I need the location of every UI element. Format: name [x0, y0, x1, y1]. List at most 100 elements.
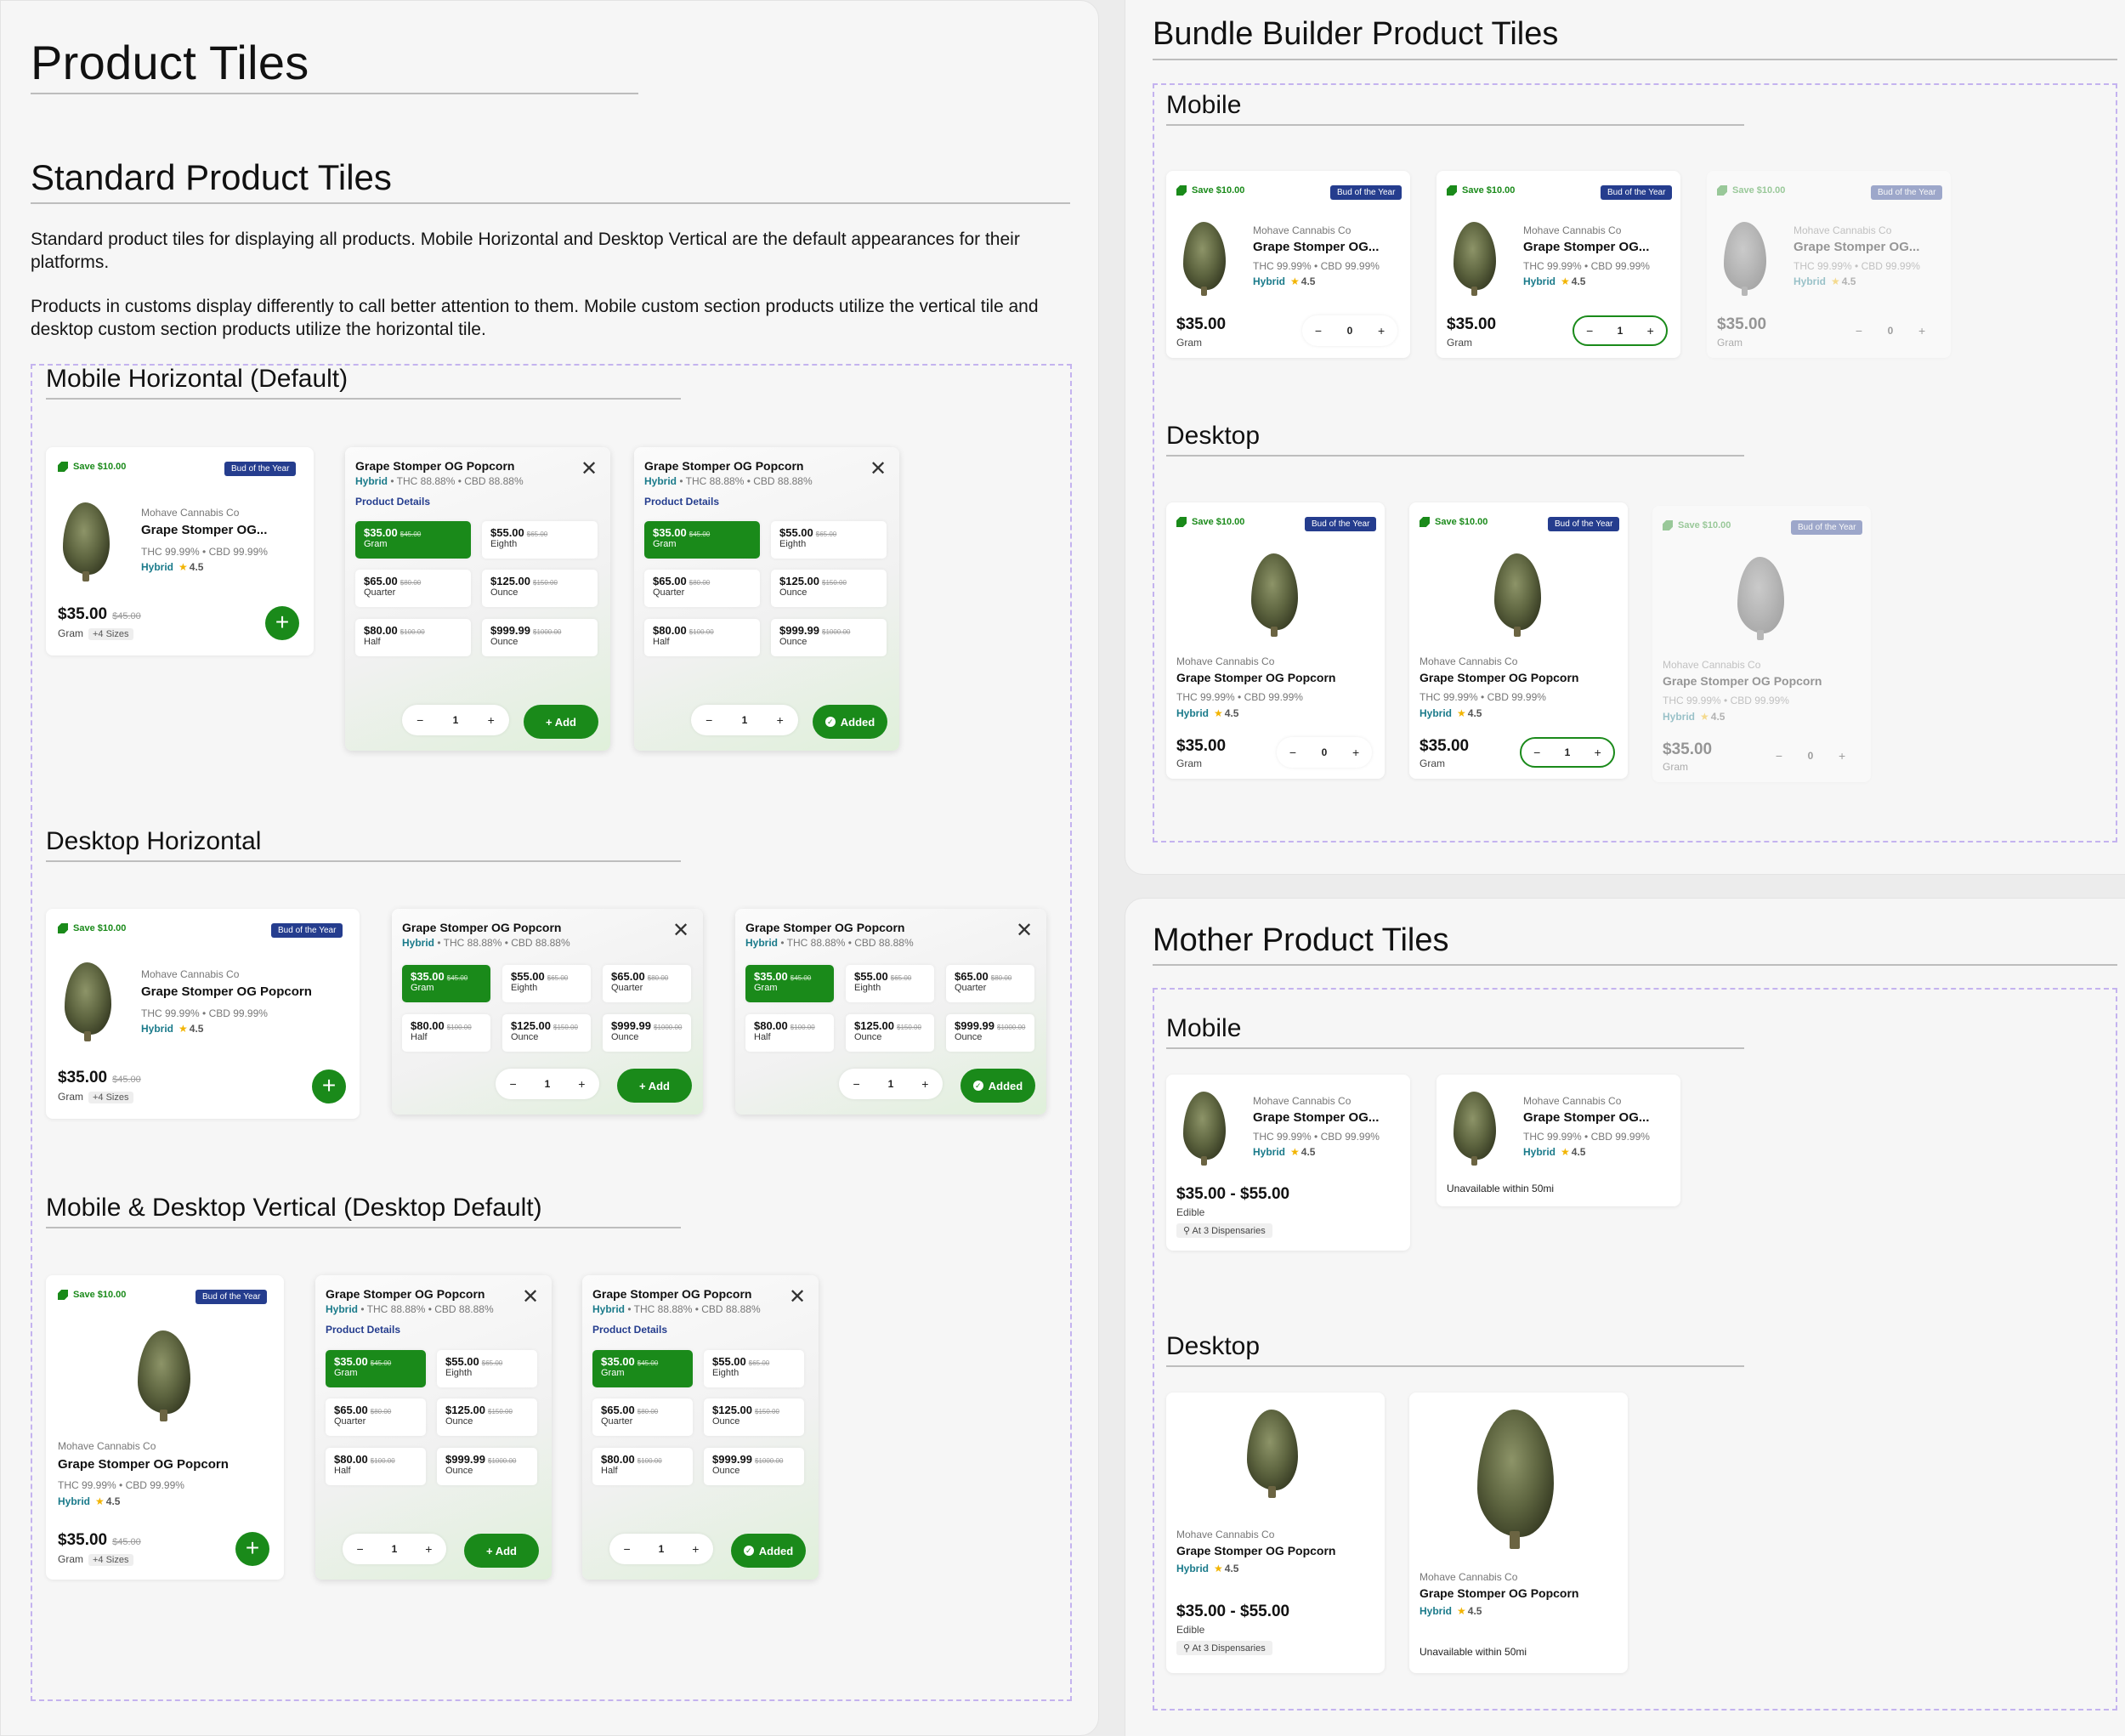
product-name[interactable]: Grape Stomper OG...	[1523, 240, 1649, 254]
size-option[interactable]: $65.00 $80.00 Quarter	[355, 570, 471, 607]
size-option[interactable]: $125.00 $150.00 Ounce	[482, 570, 598, 607]
size-option[interactable]: $80.00 $100.00 Half	[355, 619, 471, 656]
product-name[interactable]: Grape Stomper OG...	[1253, 240, 1379, 254]
size-option[interactable]: $999.99 $1000.00 Ounce	[946, 1014, 1034, 1052]
size-option[interactable]: $999.99 $1000.00 Ounce	[603, 1014, 691, 1052]
size-option[interactable]: $125.00 $150.00 Ounce	[704, 1398, 804, 1436]
size-option[interactable]: $55.00 $65.00 Eighth	[846, 965, 934, 1002]
added-button[interactable]: ✓ Added	[731, 1534, 806, 1568]
mother-tile-vertical[interactable]: Mohave Cannabis Co Grape Stomper OG Popc…	[1166, 1393, 1385, 1673]
add-to-cart-button[interactable]: + Add	[524, 705, 598, 739]
product-name[interactable]: Grape Stomper OG...	[141, 523, 267, 537]
size-option[interactable]: $80.00 $100.00 Half	[326, 1448, 426, 1485]
close-icon[interactable]: ✕	[1016, 921, 1033, 941]
size-option[interactable]: $999.99 $1000.00 Ounce	[771, 619, 887, 656]
product-name: Grape Stomper OG...	[1794, 240, 1920, 254]
size-option[interactable]: $125.00 $150.00 Ounce	[771, 570, 887, 607]
size-option[interactable]: $55.00 $65.00 Eighth	[482, 521, 598, 559]
product-tile[interactable]: Save $10.00 Bud of the Year Mohave Canna…	[46, 447, 314, 655]
product-name[interactable]: Grape Stomper OG Popcorn	[1420, 1586, 1578, 1600]
close-icon[interactable]: ✕	[789, 1287, 806, 1308]
size-option[interactable]: $35.00 $45.00 Gram	[745, 965, 834, 1002]
size-option[interactable]: $80.00 $100.00 Half	[592, 1448, 693, 1485]
size-option[interactable]: $35.00 $45.00 Gram	[592, 1350, 693, 1387]
size-option[interactable]: $80.00 $100.00 Half	[644, 619, 760, 656]
badge: Bud of the Year	[271, 923, 343, 938]
size-option[interactable]: $999.99 $1000.00 Ounce	[482, 619, 598, 656]
size-option[interactable]: $55.00 $65.00 Eighth	[771, 521, 887, 559]
popup-title: Grape Stomper OG Popcorn	[592, 1287, 752, 1301]
mother-tile-unavailable[interactable]: Mohave Cannabis Co Grape Stomper OG... T…	[1436, 1075, 1680, 1206]
quantity-stepper[interactable]: −1 +	[839, 1069, 943, 1099]
size-option[interactable]: $65.00 $80.00 Quarter	[603, 965, 691, 1002]
size-option[interactable]: $999.99 $1000.00 Ounce	[437, 1448, 537, 1485]
product-name[interactable]: Grape Stomper OG...	[1253, 1110, 1379, 1125]
popup-title: Grape Stomper OG Popcorn	[402, 921, 562, 934]
product-tile[interactable]: Save $10.00 Bud of the Year Mohave Canna…	[46, 909, 360, 1119]
size-option[interactable]: $125.00 $150.00 Ounce	[502, 1014, 591, 1052]
quantity-stepper[interactable]: −1 +	[496, 1069, 599, 1099]
close-icon[interactable]: ✕	[522, 1287, 539, 1308]
strain-rating: Hybrid ★ 4.5	[1420, 707, 1482, 719]
bundle-tile[interactable]: Save $10.00 Bud of the Year Mohave Canna…	[1166, 171, 1410, 358]
close-icon[interactable]: ✕	[581, 459, 598, 479]
product-name[interactable]: Grape Stomper OG Popcorn	[58, 1457, 229, 1472]
size-option[interactable]: $65.00 $80.00 Quarter	[326, 1398, 426, 1436]
dispensary-count[interactable]: ⚲ At 3 Dispensaries	[1176, 1641, 1272, 1655]
mother-tile[interactable]: Mohave Cannabis Co Grape Stomper OG... T…	[1166, 1075, 1410, 1251]
product-name[interactable]: Grape Stomper OG Popcorn	[1176, 671, 1335, 684]
add-to-cart-button[interactable]: + Add	[617, 1069, 692, 1103]
close-icon[interactable]: ✕	[870, 459, 887, 479]
quantity-stepper[interactable]: −1 +	[609, 1534, 713, 1564]
product-name[interactable]: Grape Stomper OG Popcorn	[1420, 671, 1578, 684]
add-to-cart-button[interactable]: + Add	[464, 1534, 539, 1568]
size-option[interactable]: $80.00 $100.00 Half	[745, 1014, 834, 1052]
description-1: Standard product tiles for displaying al…	[31, 230, 1020, 272]
size-option[interactable]: $55.00 $65.00 Eighth	[502, 965, 591, 1002]
product-name[interactable]: Grape Stomper OG Popcorn	[1176, 1544, 1335, 1557]
size-option[interactable]: $999.99 $1000.00 Ounce	[704, 1448, 804, 1485]
size-option[interactable]: $35.00 $45.00 Gram	[644, 521, 760, 559]
size-option[interactable]: $65.00 $80.00 Quarter	[592, 1398, 693, 1436]
mother-tile-vertical-unavailable[interactable]: Mohave Cannabis Co Grape Stomper OG Popc…	[1409, 1393, 1628, 1673]
add-button[interactable]: +	[312, 1069, 346, 1103]
add-button[interactable]: +	[235, 1532, 269, 1566]
bundle-tile-vertical[interactable]: Save $10.00 Bud of the Year Mohave Canna…	[1409, 502, 1628, 779]
size-option[interactable]: $35.00 $45.00 Gram	[402, 965, 490, 1002]
product-name[interactable]: Grape Stomper OG...	[1523, 1110, 1649, 1125]
size-option[interactable]: $55.00 $65.00 Eighth	[704, 1350, 804, 1387]
quantity-stepper[interactable]: −1 +	[343, 1534, 446, 1564]
potency: THC 99.99% • CBD 99.99%	[1663, 695, 1789, 706]
product-name[interactable]: Grape Stomper OG Popcorn	[141, 984, 312, 999]
quantity-stepper[interactable]: −1 +	[691, 705, 798, 735]
size-option[interactable]: $35.00 $45.00 Gram	[355, 521, 471, 559]
product-name: Grape Stomper OG Popcorn	[1663, 674, 1822, 688]
quantity-stepper[interactable]: −0 +	[1277, 737, 1372, 768]
tag-icon	[58, 1290, 68, 1300]
bundle-tile-vertical[interactable]: Save $10.00 Bud of the Year Mohave Canna…	[1166, 502, 1385, 779]
brand: Mohave Cannabis Co	[1794, 224, 1892, 236]
product-details-link[interactable]: Product Details	[644, 496, 719, 508]
size-option[interactable]: $125.00 $150.00 Ounce	[437, 1398, 537, 1436]
quantity-stepper[interactable]: −1 +	[402, 705, 509, 735]
size-option[interactable]: $65.00 $80.00 Quarter	[946, 965, 1034, 1002]
add-button[interactable]: +	[265, 606, 299, 640]
added-button[interactable]: ✓ Added	[960, 1069, 1035, 1103]
added-button[interactable]: ✓ Added	[813, 705, 887, 739]
size-option[interactable]: $55.00 $65.00 Eighth	[437, 1350, 537, 1387]
size-option[interactable]: $65.00 $80.00 Quarter	[644, 570, 760, 607]
size-option[interactable]: $80.00 $100.00 Half	[402, 1014, 490, 1052]
quantity-stepper[interactable]: −1 +	[1520, 737, 1615, 768]
quantity-stepper[interactable]: −0 +	[1302, 315, 1397, 346]
dispensary-count[interactable]: ⚲ At 3 Dispensaries	[1176, 1223, 1272, 1238]
badge: Bud of the Year	[1330, 185, 1402, 200]
quantity-stepper[interactable]: −1 +	[1572, 315, 1668, 346]
size-option[interactable]: $125.00 $150.00 Ounce	[846, 1014, 934, 1052]
size-option[interactable]: $35.00 $45.00 Gram	[326, 1350, 426, 1387]
bundle-tile[interactable]: Save $10.00 Bud of the Year Mohave Canna…	[1436, 171, 1680, 358]
product-details-link[interactable]: Product Details	[355, 496, 430, 508]
close-icon[interactable]: ✕	[672, 921, 689, 941]
product-details-link[interactable]: Product Details	[592, 1324, 667, 1336]
product-details-link[interactable]: Product Details	[326, 1324, 400, 1336]
product-tile-vertical[interactable]: Save $10.00 Bud of the Year Mohave Canna…	[46, 1275, 284, 1580]
